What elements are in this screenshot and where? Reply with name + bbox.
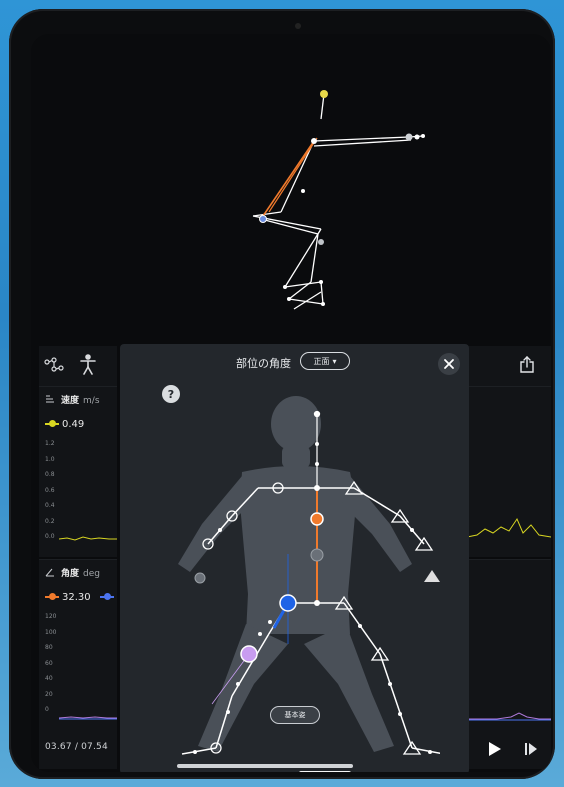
tab-angle[interactable]: 角度 xyxy=(299,771,352,772)
share-icon[interactable] xyxy=(519,356,535,374)
tablet-device: 速度m/s 0.49 1.2 1.0 0.8 0.6 0.4 0.2 0.0 xyxy=(9,9,555,779)
playback-time-panel: 03.67 / 07.54 xyxy=(39,729,117,769)
camera xyxy=(295,23,301,29)
body-angle-modal: 部位の角度 正面 ▾ ? 基本姿 xyxy=(120,344,469,772)
angle-icon xyxy=(45,568,54,577)
playback-time: 03.67 / 07.54 xyxy=(45,742,108,752)
speed-series-line xyxy=(59,536,117,541)
speed-icon xyxy=(46,395,54,403)
speed-chart-panel-right[interactable] xyxy=(467,386,551,557)
view-mode-select[interactable]: 正面 ▾ xyxy=(300,352,350,370)
angle-chart-title: 角度 deg xyxy=(61,569,100,579)
modal-tab-bar: 速度 距離 角度 軌跡 xyxy=(182,771,410,772)
home-indicator[interactable] xyxy=(177,764,353,768)
modal-title: 部位の角度 xyxy=(236,357,291,370)
hip-joint-selected[interactable] xyxy=(279,594,297,612)
speed-chart-panel[interactable]: 速度 m/s 0.49 1.2 1.0 0.8 0.6 0.4 0.2 0.0 xyxy=(39,386,117,557)
angle-legend-value: 32.30 xyxy=(45,592,117,603)
speed-series-line-right xyxy=(467,517,551,538)
close-button[interactable] xyxy=(438,353,460,375)
angle-chart-panel-right[interactable] xyxy=(467,559,551,730)
step-forward-icon[interactable] xyxy=(523,741,539,757)
playback-controls xyxy=(467,729,551,769)
tab-trajectory[interactable]: 軌跡 xyxy=(358,771,410,772)
angle-series-line xyxy=(59,716,117,720)
tab-distance[interactable]: 距離 xyxy=(241,771,293,772)
pelvis-joint[interactable] xyxy=(310,548,324,562)
head-joint xyxy=(320,90,328,98)
human-figure-icon[interactable] xyxy=(79,354,97,376)
left-toolbar xyxy=(39,346,117,386)
angle-y-ticks: 120 100 80 60 40 20 0 xyxy=(45,613,57,713)
speed-legend-value: 0.49 xyxy=(45,419,84,430)
caret-down-icon: ▾ xyxy=(332,356,337,366)
angle-series-line-right xyxy=(467,712,551,721)
play-icon[interactable] xyxy=(487,740,503,758)
close-icon xyxy=(444,359,454,369)
app-screen: 速度m/s 0.49 1.2 1.0 0.8 0.6 0.4 0.2 0.0 xyxy=(31,34,551,772)
basic-pose-button[interactable]: 基本姿 xyxy=(270,706,320,724)
speed-chart-title: 速度 m/s xyxy=(61,396,100,406)
tab-speed[interactable]: 速度 xyxy=(182,771,234,772)
spine-joint-selected[interactable] xyxy=(310,512,324,526)
angle-chart-panel[interactable]: 角度 deg 32.30 120 100 80 60 40 20 0 xyxy=(39,559,117,730)
skeleton-graph-icon[interactable] xyxy=(43,356,65,374)
knee-joint-selected[interactable] xyxy=(240,645,258,663)
motion-skeleton-view[interactable] xyxy=(31,34,551,344)
right-toolbar xyxy=(467,346,551,386)
